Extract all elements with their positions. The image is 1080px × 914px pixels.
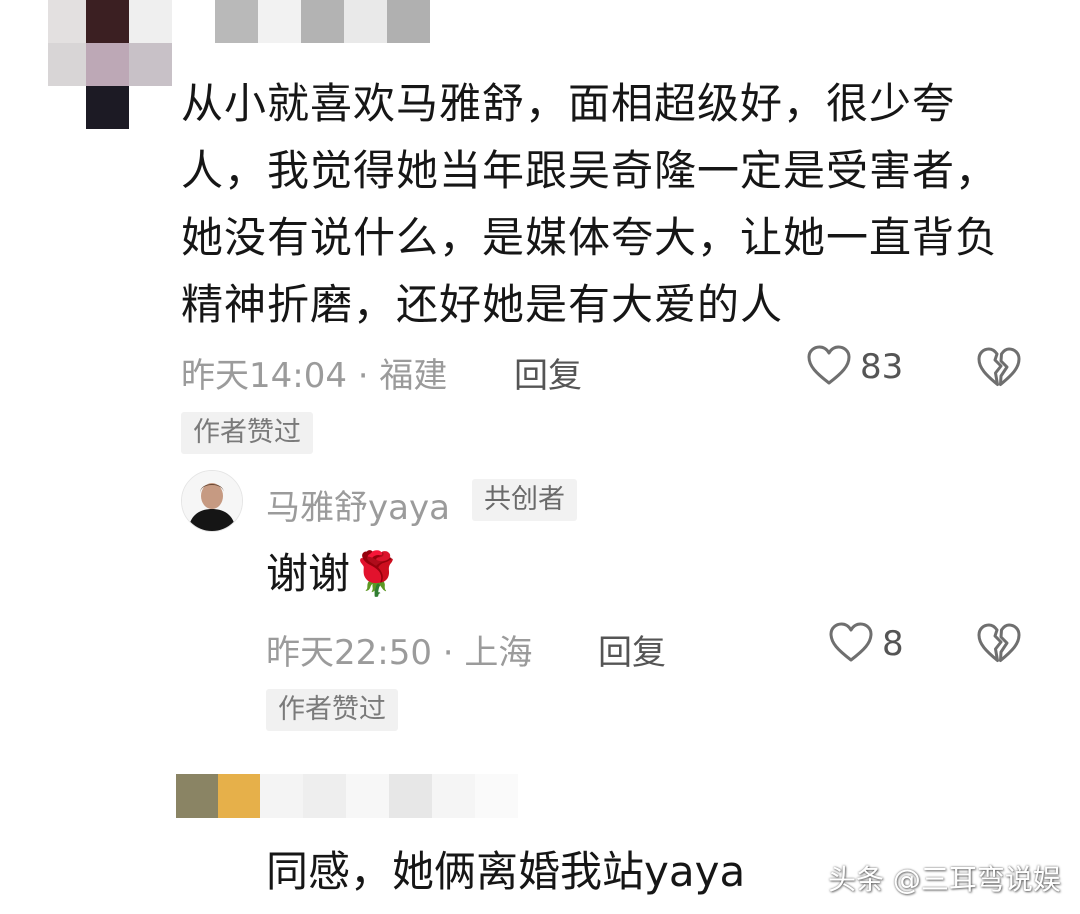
reply-text-content: 谢谢 [266,549,351,598]
blurred-username [260,774,604,818]
rose-emoji-icon: 🌹 [350,549,403,598]
blurred-avatar-bottom [86,86,129,129]
co-creator-badge: 共创者 [472,479,577,521]
broken-heart-icon[interactable] [976,346,1022,392]
author-liked-badge: 作者赞过 [266,689,398,731]
reply-like-button[interactable]: 8 [828,621,904,667]
reply-time-location: 昨天22:50 · 上海 [266,633,533,673]
broken-heart-icon[interactable] [976,622,1022,668]
next-comment-text: 同感，她俩离婚我站yaya [266,847,746,896]
blurred-avatar [48,0,172,86]
author-liked-badge: 作者赞过 [181,412,313,454]
blurred-username [172,0,430,43]
comment-like-button[interactable]: 83 [806,344,903,390]
comment-text: 从小就喜欢马雅舒，面相超级好，很少夸人，我觉得她当年跟吴奇隆一定是受害者，她没有… [181,79,999,329]
heart-outline-icon [828,621,874,667]
reply-username[interactable]: 马雅舒yaya [266,480,450,529]
reply-like-count: 8 [882,624,904,664]
comment-time-location: 昨天14:04 · 福建 [181,356,448,396]
comment-like-count: 83 [860,347,904,387]
avatar[interactable] [181,470,243,532]
reply-text: 谢谢🌹 [266,540,402,601]
watermark: 头条 @三耳弯说娱 [828,863,1061,896]
blurred-avatar [176,774,260,818]
heart-outline-icon [806,344,852,390]
reply-reply-button[interactable]: 回复 [598,625,666,674]
comment-reply-button[interactable]: 回复 [514,348,582,397]
